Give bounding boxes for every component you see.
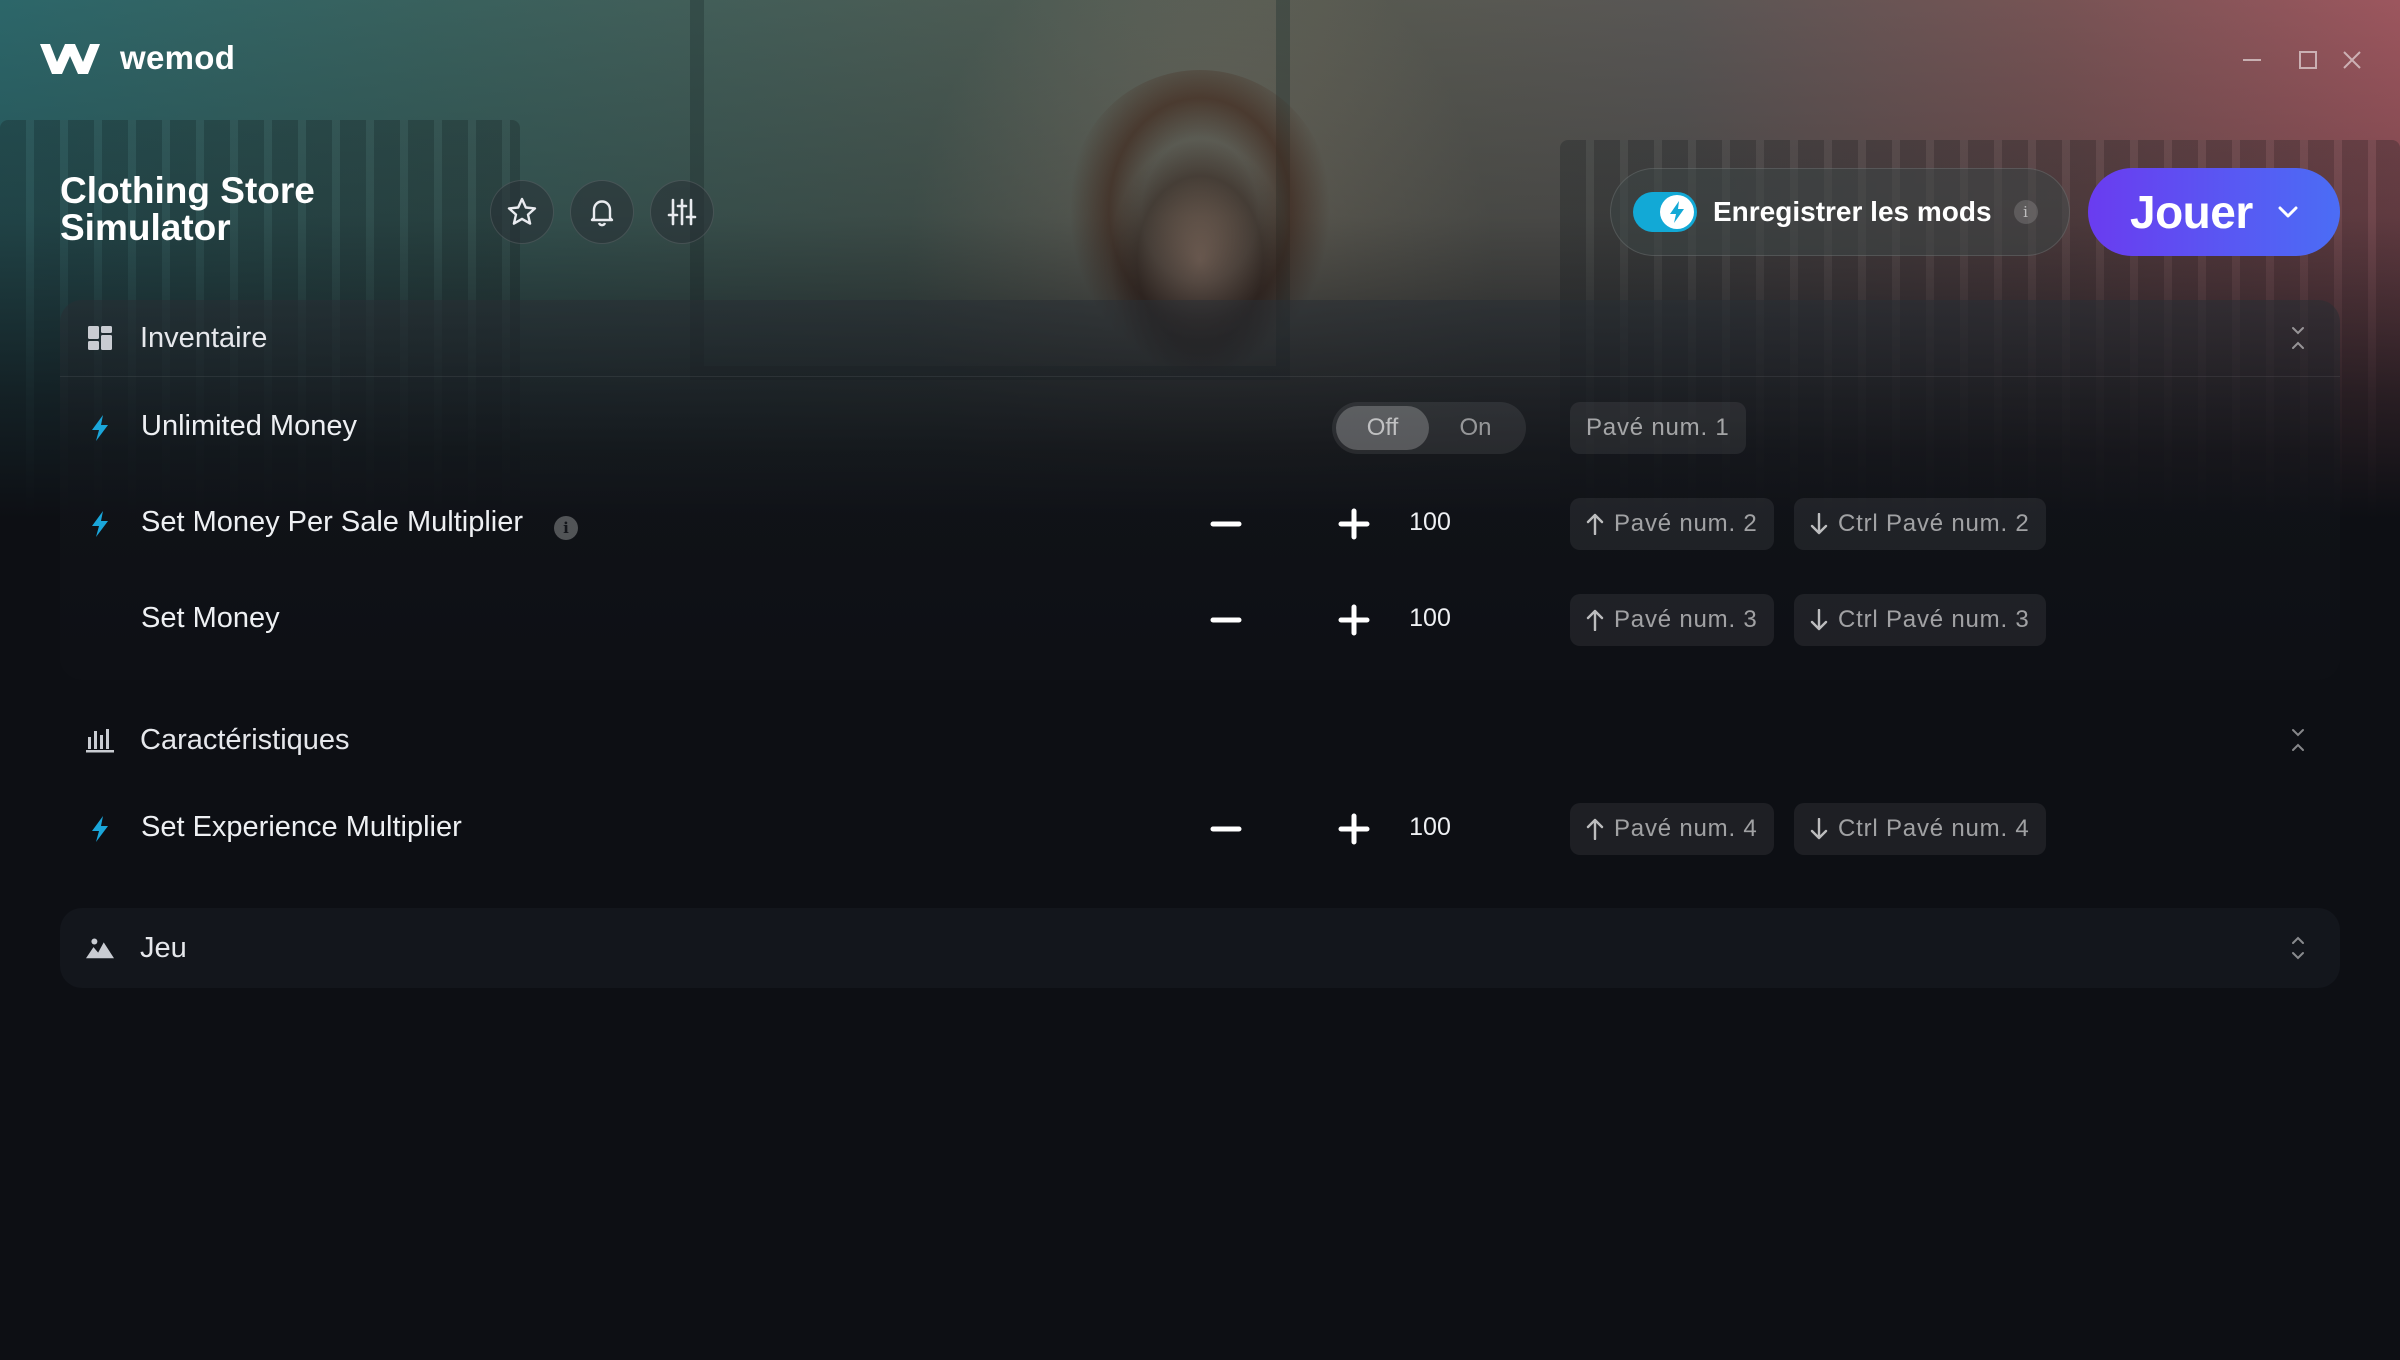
mod-name: Set Money <box>141 602 280 634</box>
divider <box>60 376 2340 377</box>
arrow-up-icon <box>1586 818 1604 840</box>
collapse-icon[interactable] <box>2288 324 2308 352</box>
record-mods-toggle[interactable] <box>1633 192 1697 232</box>
bolt-icon <box>92 415 108 441</box>
plus-icon <box>1338 508 1370 540</box>
arrow-down-icon <box>1810 609 1828 631</box>
hotkey-toggle[interactable]: Pavé num. 1 <box>1570 402 1746 454</box>
arrow-down-icon <box>1810 818 1828 840</box>
hotkey-label: Pavé num. 1 <box>1586 414 1730 441</box>
play-label: Jouer <box>2130 186 2253 238</box>
decrease-button[interactable] <box>1206 809 1246 849</box>
close-button[interactable] <box>2336 44 2368 76</box>
bolt-icon <box>92 511 108 537</box>
minimize-icon <box>2243 59 2261 61</box>
maximize-icon <box>2299 51 2317 69</box>
notifications-button[interactable] <box>570 180 634 244</box>
mod-name: Set Money Per Sale Multiplier <box>141 506 523 538</box>
arrow-up-icon <box>1586 513 1604 535</box>
toggle-knob <box>1660 195 1694 229</box>
section-title: Inventaire <box>140 321 268 354</box>
toggle-off[interactable]: Off <box>1336 406 1429 450</box>
mod-settings-button[interactable] <box>650 180 714 244</box>
mod-row-money-per-sale: Set Money Per Sale Multiplier i 100 Pavé… <box>60 492 2340 556</box>
collapse-icon[interactable] <box>2288 726 2308 754</box>
mod-name: Set Experience Multiplier <box>141 811 462 843</box>
hotkey-label: Pavé num. 4 <box>1614 815 1758 842</box>
info-icon[interactable]: i <box>2013 200 2038 224</box>
plus-icon <box>1338 813 1370 845</box>
record-mods-label: Enregistrer les mods <box>1713 196 1992 227</box>
star-icon <box>507 197 537 225</box>
sliders-icon <box>667 198 697 226</box>
decrease-button[interactable] <box>1206 600 1246 640</box>
bolt-icon <box>1670 201 1684 223</box>
increase-button[interactable] <box>1334 600 1374 640</box>
landscape-icon <box>86 934 114 962</box>
brand-name: wemod <box>120 39 236 76</box>
section-header-caracteristiques[interactable]: Caractéristiques <box>60 702 2340 778</box>
increase-button[interactable] <box>1334 809 1374 849</box>
section-header-jeu[interactable]: Jeu <box>60 910 2340 986</box>
wemod-logo[interactable]: wemod <box>38 38 235 78</box>
hotkey-decrease[interactable]: Ctrl Pavé num. 3 <box>1794 594 2046 646</box>
hotkey-label: Ctrl Pavé num. 2 <box>1838 510 2030 537</box>
hotkey-decrease[interactable]: Ctrl Pavé num. 4 <box>1794 803 2046 855</box>
section-title: Jeu <box>140 931 187 964</box>
decrease-button[interactable] <box>1206 504 1246 544</box>
minimize-button[interactable] <box>2236 44 2268 76</box>
hotkey-label: Pavé num. 2 <box>1614 510 1758 537</box>
increase-button[interactable] <box>1334 504 1374 544</box>
expand-icon[interactable] <box>2288 934 2308 962</box>
mod-value[interactable]: 100 <box>1350 604 1510 633</box>
toggle-on[interactable]: On <box>1429 406 1522 450</box>
mod-row-set-money: Set Money 100 Pavé num. 3 Ctrl Pavé num.… <box>60 588 2340 652</box>
hotkey-increase[interactable]: Pavé num. 3 <box>1570 594 1774 646</box>
favorite-button[interactable] <box>490 180 554 244</box>
minus-icon <box>1210 521 1242 527</box>
hotkey-label: Ctrl Pavé num. 3 <box>1838 606 2030 633</box>
minus-icon <box>1210 617 1242 623</box>
game-title-line1: Clothing Store <box>60 170 315 211</box>
minus-icon <box>1210 826 1242 832</box>
close-icon <box>2343 51 2361 69</box>
info-icon[interactable]: i <box>554 516 578 540</box>
title-bar: wemod <box>0 0 2400 90</box>
section-title: Caractéristiques <box>140 723 350 756</box>
hotkey-increase[interactable]: Pavé num. 2 <box>1570 498 1774 550</box>
mod-row-experience-multiplier: Set Experience Multiplier 100 Pavé num. … <box>60 797 2340 861</box>
game-title-line2: Simulator <box>60 207 231 248</box>
arrow-up-icon <box>1586 609 1604 631</box>
game-title: Clothing Store Simulator <box>60 172 420 246</box>
bolt-icon <box>92 816 108 842</box>
mod-value[interactable]: 100 <box>1350 508 1510 537</box>
off-on-toggle[interactable]: Off On <box>1332 402 1526 454</box>
play-button[interactable]: Jouer <box>2088 168 2340 256</box>
mod-value[interactable]: 100 <box>1350 813 1510 842</box>
plus-icon <box>1338 604 1370 636</box>
hotkey-increase[interactable]: Pavé num. 4 <box>1570 803 1774 855</box>
maximize-button[interactable] <box>2292 44 2324 76</box>
mod-name: Unlimited Money <box>141 410 357 442</box>
bar-chart-icon <box>86 726 114 754</box>
chevron-down-icon[interactable] <box>2277 205 2299 219</box>
hotkey-decrease[interactable]: Ctrl Pavé num. 2 <box>1794 498 2046 550</box>
section-header-inventaire[interactable]: Inventaire <box>60 300 2340 376</box>
hotkey-label: Ctrl Pavé num. 4 <box>1838 815 2030 842</box>
wemod-logo-icon <box>40 44 100 74</box>
mod-row-unlimited-money: Unlimited Money Off On Pavé num. 1 <box>60 396 2340 460</box>
arrow-down-icon <box>1810 513 1828 535</box>
bell-icon <box>590 200 614 227</box>
record-mods-control: Enregistrer les mods i <box>1610 168 2070 256</box>
grid-icon <box>86 324 114 352</box>
hotkey-label: Pavé num. 3 <box>1614 606 1758 633</box>
